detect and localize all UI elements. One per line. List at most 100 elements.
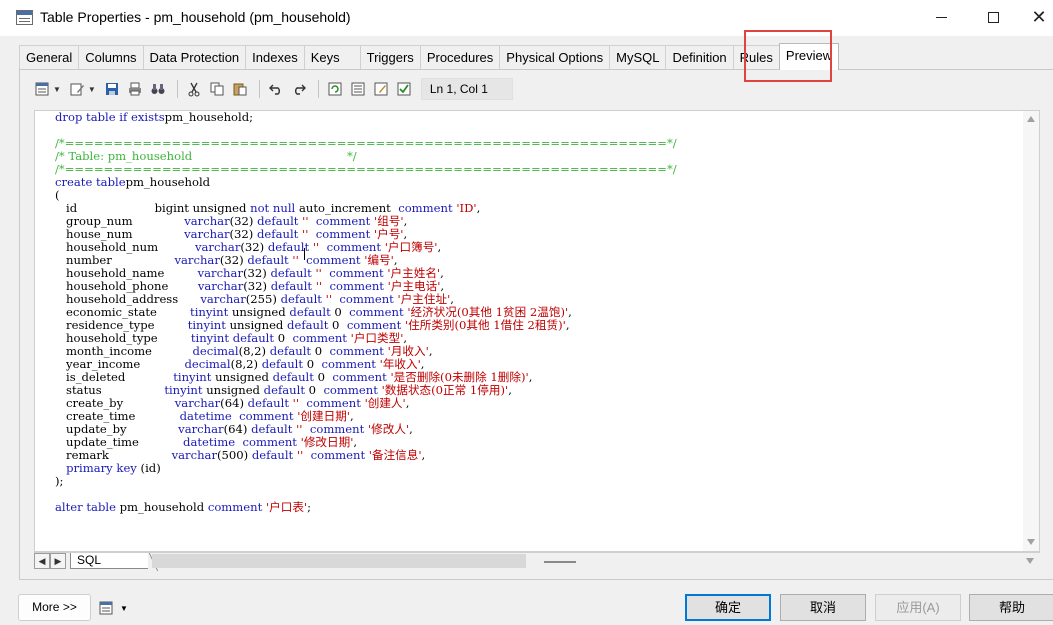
minimize-button[interactable]: [918, 0, 964, 34]
code-token: datetime: [179, 409, 232, 423]
code-token: comment: [349, 305, 404, 319]
redo-button[interactable]: [289, 79, 309, 99]
cut-button[interactable]: [184, 79, 204, 99]
code-token: is_deleted: [55, 370, 174, 384]
print-button[interactable]: [125, 79, 145, 99]
vertical-scrollbar[interactable]: [1023, 111, 1039, 551]
sql-code[interactable]: drop table if existspm_household; /*====…: [55, 111, 677, 514]
edit-button[interactable]: [67, 79, 87, 99]
tab-triggers[interactable]: Triggers: [359, 45, 421, 70]
code-token: default: [270, 266, 312, 280]
horizontal-scroll-thumb[interactable]: [544, 561, 576, 563]
find-button[interactable]: [148, 79, 168, 99]
toolbar-separator: [258, 80, 260, 98]
table-icon: [16, 10, 33, 25]
code-token: comment: [315, 227, 371, 241]
code-token: ,: [393, 253, 398, 267]
chevron-down-icon[interactable]: ▼: [53, 85, 61, 94]
tab-physical-options[interactable]: Physical Options: [499, 45, 611, 70]
apply-button[interactable]: 应用(A): [875, 594, 961, 621]
chevron-down-icon[interactable]: ▼: [88, 85, 96, 94]
code-token: default: [269, 344, 312, 358]
code-token: comment: [315, 214, 371, 228]
paste-icon: [233, 83, 247, 96]
code-token: ,: [405, 396, 410, 410]
code-token: datetime: [183, 435, 236, 449]
code-token: '户口类型': [350, 331, 404, 345]
refresh-button[interactable]: [325, 79, 345, 99]
tab-keys[interactable]: Keys: [303, 45, 361, 70]
tab-indexes[interactable]: Indexes: [245, 45, 305, 70]
editor-toolbar: ▼ ▼ Ln 1, Col 1: [32, 76, 513, 102]
code-token: decimal: [184, 357, 231, 371]
code-token: ,: [508, 383, 512, 397]
tab-data-protection[interactable]: Data Protection: [142, 45, 247, 70]
tab-columns[interactable]: Columns: [78, 45, 144, 70]
code-token: tinyint: [190, 305, 229, 319]
code-token: 0: [330, 305, 350, 319]
code-token: (32): [243, 279, 271, 293]
properties-menu-button[interactable]: ▼: [98, 599, 130, 617]
tab-general[interactable]: General: [19, 45, 80, 70]
tab-definition[interactable]: Definition: [665, 45, 734, 70]
close-icon: ✕: [1031, 6, 1047, 27]
code-token: remark: [55, 448, 172, 462]
code-token: '户主电话': [387, 279, 441, 293]
tab-procedures[interactable]: Procedures: [419, 45, 501, 70]
code-token: '户主住址': [397, 292, 451, 306]
ok-button[interactable]: 确定: [685, 594, 771, 621]
code-token: comment: [306, 253, 361, 267]
sheet-navigation: ◀ ▶: [34, 553, 66, 569]
code-token: comment: [346, 318, 402, 332]
save-button[interactable]: [102, 79, 122, 99]
tab-mysql[interactable]: MySQL: [609, 45, 667, 70]
code-token: comment: [329, 266, 384, 280]
sheet-tab-bar: ◀ ▶ SQL: [34, 552, 1040, 569]
scroll-up-icon[interactable]: [1027, 116, 1035, 122]
code-token: (32): [219, 253, 248, 267]
code-line: );: [55, 475, 677, 488]
more-button[interactable]: More >>: [18, 594, 91, 621]
code-token: tinyint: [190, 331, 230, 345]
sheet-next-button[interactable]: ▶: [50, 553, 66, 569]
sheet-prev-button[interactable]: ◀: [34, 553, 50, 569]
undo-button[interactable]: [266, 79, 286, 99]
help-button[interactable]: 帮助: [969, 594, 1053, 621]
save-icon: [105, 83, 118, 95]
scroll-down-icon[interactable]: [1026, 558, 1034, 564]
tab-preview[interactable]: Preview: [778, 43, 840, 70]
cancel-button[interactable]: 取消: [780, 594, 866, 621]
scroll-down-icon[interactable]: [1027, 539, 1035, 545]
code-token: default: [257, 214, 299, 228]
code-token: ,: [349, 409, 354, 423]
code-token: default: [247, 253, 289, 267]
title-bar: Table Properties - pm_household (pm_hous…: [0, 0, 1053, 36]
code-token: status: [55, 383, 165, 397]
code-token: update_time: [55, 435, 184, 449]
sql-preview-editor[interactable]: drop table if existspm_household; /*====…: [34, 110, 1040, 552]
tab-rules[interactable]: Rules: [732, 45, 780, 70]
text-view-button[interactable]: [348, 79, 368, 99]
code-token: varchar: [197, 266, 243, 280]
close-button[interactable]: ✕: [1016, 0, 1053, 34]
code-token: unsigned: [225, 318, 288, 332]
properties-icon: [35, 82, 49, 96]
maximize-button[interactable]: [970, 0, 1016, 34]
code-token: '修改日期': [300, 435, 354, 449]
code-token: '编号': [364, 253, 394, 267]
copy-button[interactable]: [207, 79, 227, 99]
code-token: comment: [339, 292, 394, 306]
sheet-tab-sql[interactable]: SQL: [70, 553, 148, 569]
code-token: residence_type: [55, 318, 188, 332]
code-token: (64): [220, 396, 248, 410]
code-token: (32): [242, 266, 271, 280]
code-token: ,: [353, 435, 358, 449]
edit-script-button[interactable]: [371, 79, 391, 99]
properties-button[interactable]: [32, 79, 52, 99]
paste-button[interactable]: [230, 79, 250, 99]
chevron-down-icon: ▼: [120, 603, 128, 613]
check-button[interactable]: [394, 79, 414, 99]
code-token: (32): [229, 214, 258, 228]
